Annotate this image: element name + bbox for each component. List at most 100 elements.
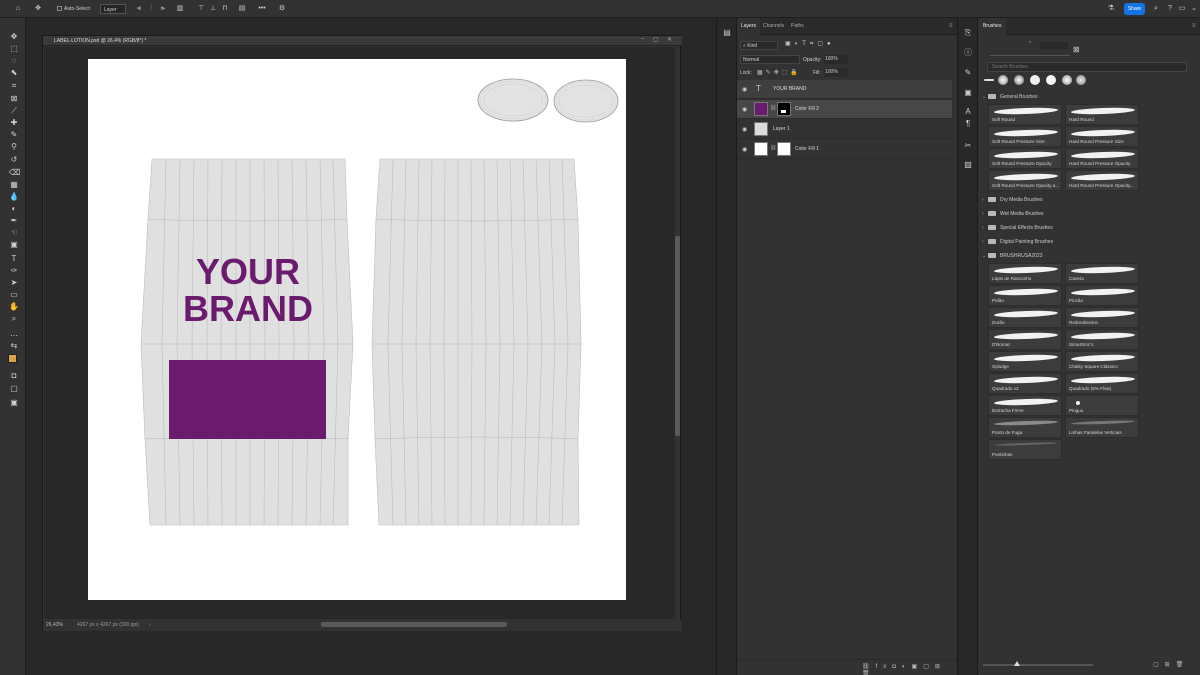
type-tool-icon[interactable]: T xyxy=(9,254,19,264)
layer-action-icons[interactable]: ⛓fx◘◐▣▢⊞🗑 xyxy=(862,663,958,675)
minimize-icon[interactable]: – xyxy=(641,36,644,42)
clone-stamp-icon[interactable]: ⚲ xyxy=(9,142,19,152)
brush-settings-icon[interactable]: ✎ xyxy=(963,68,973,78)
brush-item[interactable]: Ponto de Fuga xyxy=(988,417,1062,438)
tab-channels[interactable]: Channels xyxy=(759,18,788,35)
brush-item[interactable]: Hard Round Pressure Opacity... xyxy=(1065,170,1139,191)
brush-item[interactable]: Pinguu xyxy=(1065,395,1139,416)
brush-item[interactable]: Quadrado v2 xyxy=(988,373,1062,394)
foreground-color-swatch[interactable] xyxy=(8,354,17,363)
layer-row-your-brand[interactable]: ◉ T YOUR BRAND xyxy=(737,80,952,99)
workspace-icon[interactable]: ▭ xyxy=(1178,4,1186,14)
quick-mask-icon[interactable]: ◘ xyxy=(9,371,19,381)
eraser-tool-icon[interactable]: ⌫ xyxy=(9,168,20,178)
align-center-icon[interactable]: ⫶ xyxy=(147,4,155,14)
align-middle-icon[interactable]: ⊥ xyxy=(209,4,217,14)
layer-row-color-fill-2[interactable]: ◉ ⛓ Color Fill 2 xyxy=(737,100,952,119)
lasso-tool-icon[interactable]: ◌ xyxy=(9,56,19,66)
align-left-icon[interactable]: ⫷ xyxy=(135,4,143,14)
hand-tool-icon[interactable]: ✋ xyxy=(9,302,19,312)
pen-tool-icon[interactable]: ✒ xyxy=(9,216,19,226)
brush-size-slider[interactable] xyxy=(1040,42,1068,49)
more-options-icon[interactable]: ••• xyxy=(258,4,266,14)
path-selection-icon[interactable]: ➤ xyxy=(9,278,19,288)
brush-item[interactable]: Pincão xyxy=(1065,285,1139,306)
document-tab[interactable]: LABEL-LOTION.psd @ 26,4% (RGB/8*) * – ▢ … xyxy=(43,36,682,46)
paragraph-icon[interactable]: ¶ xyxy=(963,119,973,129)
move-tool-icon[interactable]: ✥ xyxy=(34,4,42,14)
brush-preset-thumb[interactable] xyxy=(1062,75,1072,85)
brush-item[interactable]: Hard Round xyxy=(1065,104,1139,125)
brush-item[interactable]: Hard Round Pressure Opacity xyxy=(1065,148,1139,169)
gear-icon[interactable]: ⚙ xyxy=(278,4,286,14)
help-icon[interactable]: ? xyxy=(1166,4,1174,14)
smudge-tool-icon[interactable]: ☜ xyxy=(9,228,19,238)
sponge-tool-icon[interactable]: ▣ xyxy=(9,240,19,250)
tools-preset-icon[interactable]: ✂ xyxy=(963,141,973,151)
more-tools-icon[interactable]: ⋯ xyxy=(9,331,19,341)
brush-item[interactable]: Pelão xyxy=(988,285,1062,306)
blur-tool-icon[interactable]: 💧 xyxy=(9,192,19,202)
fill-field[interactable]: 100% xyxy=(824,68,848,77)
brush-item[interactable]: Chalky Square Clássico xyxy=(1065,351,1139,372)
folder-dry-media[interactable]: › Dry Media Brushes xyxy=(982,194,1194,206)
brush-item[interactable]: Hard Round Pressure Size xyxy=(1065,126,1139,147)
brush-preset-thumb[interactable] xyxy=(984,79,994,81)
panel-menu-icon[interactable]: ≡ xyxy=(1192,23,1196,29)
lock-icons[interactable]: ▦✎✥⬚🔒 xyxy=(757,69,801,76)
maximize-icon[interactable]: ▢ xyxy=(653,36,659,43)
brush-size-icon[interactable]: ◔ xyxy=(1028,40,1032,46)
eye-icon[interactable]: ◉ xyxy=(742,126,747,133)
filter-icons[interactable]: ▣◐T⌗▢● xyxy=(785,40,835,48)
properties-icon[interactable]: ▣ xyxy=(963,88,973,98)
search-icon[interactable]: ⌕ xyxy=(1152,4,1160,14)
brush-item[interactable]: Soft Round xyxy=(988,104,1062,125)
brush-preset-thumb[interactable] xyxy=(1076,75,1086,85)
filter-kind-dropdown[interactable]: ⌕ Kind xyxy=(740,41,778,50)
marquee-tool-icon[interactable]: ⬚ xyxy=(9,44,19,54)
eye-icon[interactable]: ◉ xyxy=(742,86,747,93)
brush-item[interactable]: Soft Round Pressure Size xyxy=(988,126,1062,147)
brush-preset-thumb[interactable] xyxy=(1046,75,1056,85)
move-tool-icon[interactable]: ✥ xyxy=(9,32,19,42)
tab-layers[interactable]: Layers xyxy=(737,18,761,35)
distribute-icon[interactable]: ▥ xyxy=(176,4,184,14)
object-selection-icon[interactable]: ⬉ xyxy=(9,68,19,78)
panel-icon[interactable]: ▤ xyxy=(722,28,732,38)
brush-item[interactable]: Durão xyxy=(988,307,1062,328)
healing-brush-icon[interactable]: ✚ xyxy=(9,118,19,128)
tab-brushes[interactable]: Brushes xyxy=(978,18,1007,35)
status-expand-icon[interactable]: › xyxy=(149,622,151,628)
panel-menu-icon[interactable]: ≡ xyxy=(949,23,953,29)
canvas[interactable]: YOUR BRAND xyxy=(88,59,626,600)
gradient-tool-icon[interactable]: ▦ xyxy=(9,180,19,190)
brush-preset-thumb[interactable] xyxy=(1014,75,1024,85)
horizontal-scrollbar[interactable] xyxy=(321,622,507,627)
vertical-scrollbar[interactable] xyxy=(675,236,680,436)
swap-colors-icon[interactable]: ⇆ xyxy=(9,341,19,351)
brush-action-icons[interactable]: ▢⊞🗑 xyxy=(1153,661,1189,668)
slider-handle[interactable] xyxy=(1014,661,1020,666)
dodge-tool-icon[interactable]: ◐ xyxy=(9,204,19,214)
distribute-vertical-icon[interactable]: ▤ xyxy=(238,4,246,14)
brush-item[interactable]: Pontinhas xyxy=(988,439,1062,460)
auto-select-checkbox[interactable]: Auto-Select xyxy=(57,4,90,14)
eye-icon[interactable]: ◉ xyxy=(742,106,747,113)
folder-general-brushes[interactable]: ⌄ General Brushes xyxy=(982,91,1194,103)
brush-preset-thumb[interactable] xyxy=(998,75,1008,85)
align-top-icon[interactable]: ⊤ xyxy=(197,4,205,14)
brush-item[interactable]: Splodge xyxy=(988,351,1062,372)
align-bottom-icon[interactable]: ⊓ xyxy=(221,4,229,14)
brush-tool-icon[interactable]: ✎ xyxy=(9,130,19,140)
new-brush-icon[interactable]: ⊠ xyxy=(1073,45,1080,54)
tab-paths[interactable]: Paths xyxy=(787,18,808,35)
opacity-field[interactable]: 100% xyxy=(824,55,848,64)
brush-item[interactable]: Redondissimo xyxy=(1065,307,1139,328)
brush-item[interactable]: Borracha Firme xyxy=(988,395,1062,416)
brush-item[interactable]: SimaStroc's xyxy=(1065,329,1139,350)
brush-item[interactable]: Soft Round Pressure Opacity a... xyxy=(988,170,1062,191)
brush-item[interactable]: Lápis de Rascunho xyxy=(988,263,1062,284)
zoom-level[interactable]: 26,43% xyxy=(46,622,63,628)
layer-row-layer-1[interactable]: ◉ Layer 1 xyxy=(737,120,952,139)
crop-tool-icon[interactable]: ⌗ xyxy=(9,81,19,91)
